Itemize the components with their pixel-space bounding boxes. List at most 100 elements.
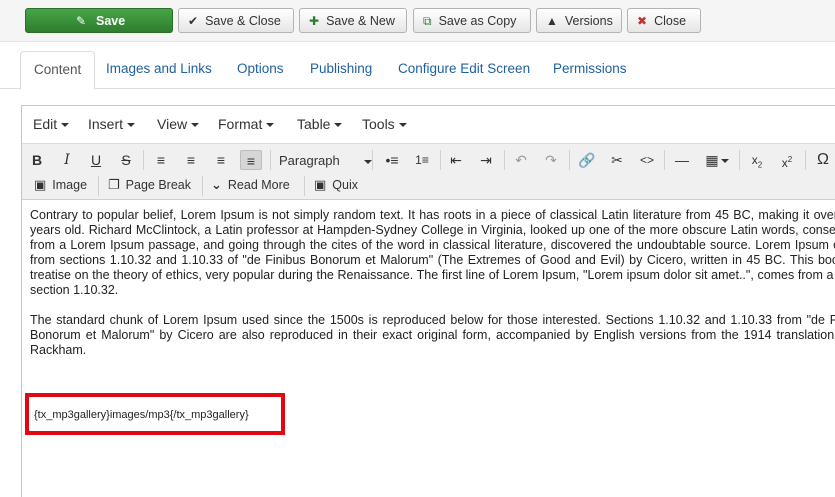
- special-character-icon[interactable]: Ω: [812, 150, 834, 170]
- menu-format-label: Format: [218, 116, 263, 132]
- chevron-down-icon: ⌄: [211, 177, 222, 192]
- save-as-copy-label: Save as Copy: [438, 13, 517, 28]
- bullet-list-icon[interactable]: •≡: [381, 150, 403, 170]
- page-break-icon: ❐: [108, 177, 120, 192]
- editor-content-area[interactable]: Contrary to popular belief, Lorem Ipsum …: [30, 208, 835, 373]
- read-more-button[interactable]: ⌄ Read More: [211, 177, 290, 193]
- menu-table-label: Table: [297, 116, 331, 132]
- save-close-label: Save & Close: [205, 13, 281, 28]
- bold-icon[interactable]: B: [26, 150, 48, 170]
- toolbar-divider: [440, 150, 441, 170]
- page-break-label: Page Break: [125, 178, 191, 192]
- read-more-label: Read More: [227, 178, 290, 192]
- menu-tools[interactable]: Tools: [362, 116, 407, 132]
- menu-format[interactable]: Format: [218, 116, 275, 132]
- copy-icon: ⧉: [423, 13, 432, 28]
- save-close-button[interactable]: ✔ Save & Close: [178, 8, 294, 33]
- chevron-down-icon: [191, 123, 200, 128]
- shortcode-highlight: {tx_mp3gallery}images/mp3{/tx_mp3gallery…: [25, 393, 285, 435]
- image-icon: ▣: [34, 177, 47, 192]
- toolbar-divider: [202, 176, 203, 196]
- versions-label: Versions: [564, 13, 613, 28]
- save-new-label: Save & New: [326, 13, 395, 28]
- check-icon: ✔: [188, 13, 199, 28]
- unlink-icon[interactable]: ✂: [606, 150, 628, 170]
- tab-permissions[interactable]: Permissions: [540, 51, 640, 89]
- chevron-down-icon: [334, 123, 343, 128]
- rich-text-editor: Edit Insert View Format Table Tools B I …: [21, 105, 835, 497]
- toolbar-divider: [664, 150, 665, 170]
- toolbar-divider: [504, 150, 505, 170]
- content-paragraph: The standard chunk of Lorem Ipsum used s…: [30, 313, 835, 357]
- tab-configure-edit-screen[interactable]: Configure Edit Screen: [385, 51, 543, 89]
- chevron-down-icon: [720, 159, 729, 164]
- quix-button[interactable]: ▣ Quix: [314, 177, 358, 193]
- page-break-button[interactable]: ❐ Page Break: [108, 177, 191, 193]
- subscript-icon[interactable]: x2: [746, 150, 768, 170]
- align-justify-icon[interactable]: ≡: [240, 150, 262, 170]
- cube-icon: ▣: [314, 177, 327, 192]
- align-left-icon[interactable]: ≡: [150, 150, 172, 170]
- insert-image-label: Image: [52, 178, 88, 192]
- paragraph-format-select[interactable]: Paragraph: [279, 153, 372, 168]
- tab-options[interactable]: Options: [224, 51, 297, 89]
- save-button[interactable]: ✎ Save: [25, 8, 173, 33]
- superscript-icon[interactable]: x2: [776, 150, 798, 170]
- close-button[interactable]: ✖ Close: [627, 8, 701, 33]
- menu-tools-label: Tools: [362, 116, 395, 132]
- tab-publishing[interactable]: Publishing: [297, 51, 385, 89]
- toolbar-divider: [569, 150, 570, 170]
- toolbar-divider: [372, 150, 373, 170]
- plus-icon: ✚: [309, 13, 320, 28]
- toolbar-divider: [304, 176, 305, 196]
- close-label: Close: [654, 13, 687, 28]
- menu-table[interactable]: Table: [297, 116, 343, 132]
- versions-icon: ▲: [546, 13, 558, 28]
- edit-icon: ✎: [76, 13, 87, 28]
- quix-label: Quix: [332, 178, 358, 192]
- edit-tabs: Content Images and Links Options Publish…: [0, 51, 835, 90]
- strikethrough-icon[interactable]: S: [115, 150, 137, 170]
- indent-icon[interactable]: ⇥: [475, 150, 497, 170]
- formatting-toolbar: B I U S ≡ ≡ ≡ ≡ Paragraph •≡ 1≡ ⇤ ⇥ ↶ ↷ …: [22, 143, 835, 173]
- menu-insert[interactable]: Insert: [88, 116, 136, 132]
- versions-button[interactable]: ▲ Versions: [536, 8, 622, 33]
- horizontal-rule-icon[interactable]: —: [671, 150, 693, 170]
- menu-view[interactable]: View: [157, 116, 200, 132]
- mp3-gallery-shortcode: {tx_mp3gallery}images/mp3{/tx_mp3gallery…: [34, 409, 249, 421]
- menu-edit[interactable]: Edit: [33, 116, 70, 132]
- chevron-down-icon: [266, 123, 275, 128]
- content-paragraph: Contrary to popular belief, Lorem Ipsum …: [30, 208, 835, 297]
- save-button-label: Save: [96, 13, 126, 28]
- save-as-copy-button[interactable]: ⧉ Save as Copy: [413, 8, 531, 33]
- menu-insert-label: Insert: [88, 116, 124, 132]
- toolbar-divider: [805, 150, 806, 170]
- chevron-down-icon: [61, 123, 70, 128]
- align-center-icon[interactable]: ≡: [180, 150, 202, 170]
- chevron-down-icon: [398, 123, 407, 128]
- redo-icon[interactable]: ↷: [540, 150, 562, 170]
- action-toolbar: ✎ Save ✔ Save & Close ✚ Save & New ⧉ Sav…: [0, 0, 835, 42]
- tab-images-and-links[interactable]: Images and Links: [93, 51, 225, 89]
- toolbar-divider: [739, 150, 740, 170]
- numbered-list-icon[interactable]: 1≡: [411, 150, 433, 170]
- save-new-button[interactable]: ✚ Save & New: [299, 8, 407, 33]
- menu-edit-label: Edit: [33, 116, 58, 132]
- italic-icon[interactable]: I: [56, 150, 78, 170]
- chevron-down-icon: [363, 159, 372, 164]
- close-icon: ✖: [637, 13, 648, 28]
- undo-icon[interactable]: ↶: [510, 150, 532, 170]
- underline-icon[interactable]: U: [85, 150, 107, 170]
- tab-content[interactable]: Content: [20, 51, 96, 90]
- chevron-down-icon: [127, 123, 136, 128]
- extensions-toolbar: ▣ Image ❐ Page Break ⌄ Read More ▣ Quix: [22, 173, 835, 200]
- outdent-icon[interactable]: ⇤: [445, 150, 467, 170]
- table-icon[interactable]: ▦: [702, 150, 732, 170]
- code-icon[interactable]: <>: [636, 150, 658, 170]
- toolbar-divider: [98, 176, 99, 196]
- editor-menubar: Edit Insert View Format Table Tools: [22, 106, 835, 143]
- insert-image-button[interactable]: ▣ Image: [34, 177, 87, 193]
- align-right-icon[interactable]: ≡: [210, 150, 232, 170]
- link-icon[interactable]: 🔗: [576, 150, 598, 170]
- paragraph-select-label: Paragraph: [279, 153, 340, 168]
